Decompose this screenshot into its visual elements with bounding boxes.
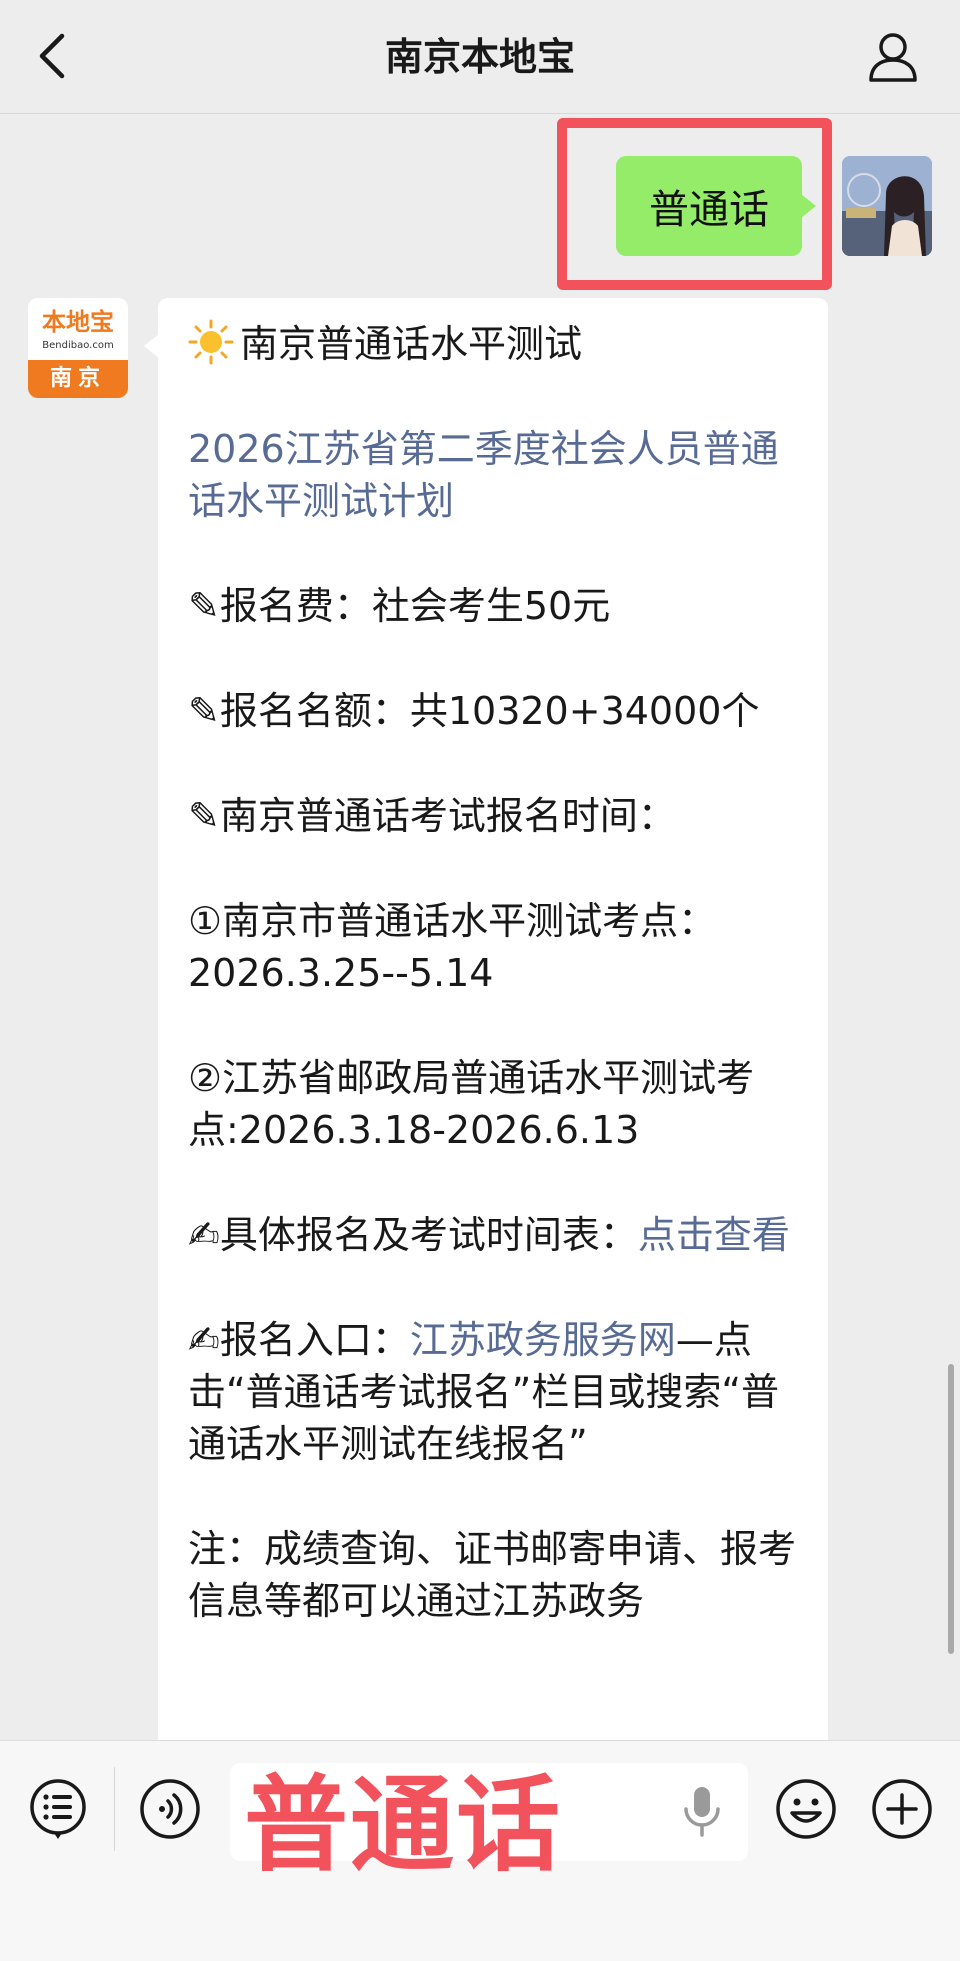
emoji-icon [776,1779,836,1839]
reply-title: 南京普通话水平测试 [240,322,583,366]
menu-list-icon [30,1779,86,1839]
plus-icon [872,1779,932,1839]
divider [114,1767,115,1851]
avatar-photo [842,156,932,256]
site1-line: ①南京市普通话水平测试考点：2026.3.25--5.14 [188,899,717,995]
schedule-prefix: ✍具体报名及考试时间表： [188,1213,638,1257]
user-icon [869,33,917,82]
brand-city: 南京 [28,360,128,398]
voice-icon [140,1779,200,1839]
note-line: 注：成绩查询、证书邮寄申请、报考信息等都可以通过江苏政务 [188,1527,797,1623]
brand-domain: Bendibao.com [42,340,114,351]
time-heading: ✎南京普通话考试报名时间： [188,794,676,838]
wechat-chat-screen: 南京本地宝 普通话 本地宝 Bendibao.com 南京 南京普通话水平测试 … [0,0,960,1961]
scrollbar[interactable] [948,1364,954,1654]
site2-line: ②江苏省邮政局普通话水平测试考点:2026.3.18-2026.6.13 [188,1056,755,1152]
menu-button[interactable] [26,1777,90,1841]
bot-avatar[interactable]: 本地宝 Bendibao.com 南京 [28,298,128,398]
message-input[interactable]: 普通话 [230,1763,748,1881]
message-list[interactable]: 普通话 本地宝 Bendibao.com 南京 南京普通话水平测试 2026江苏… [0,114,960,1740]
mic-icon[interactable] [676,1783,728,1841]
quota-line: ✎报名名额：共10320+34000个 [188,689,760,733]
bot-message-text: 南京普通话水平测试 2026江苏省第二季度社会人员普通话水平测试计划 ✎报名费：… [188,318,808,1680]
fee-line: ✎报名费：社会考生50元 [188,584,611,628]
schedule-link[interactable]: 点击查看 [638,1213,790,1257]
voice-toggle-button[interactable] [138,1777,202,1841]
brand-logo: 本地宝 [42,308,114,336]
entry-link[interactable]: 江苏政务服务网 [410,1318,676,1362]
chat-info-button[interactable] [866,30,920,84]
chat-title: 南京本地宝 [384,35,575,79]
composer-bar: 普通话 [0,1740,960,1961]
plan-link[interactable]: 2026江苏省第二季度社会人员普通话水平测试计划 [188,427,779,523]
input-text: 普通话 [244,1764,563,1886]
entry-prefix: ✍报名入口： [188,1318,410,1362]
more-actions-button[interactable] [870,1777,934,1841]
emoji-button[interactable] [774,1777,838,1841]
bot-message-bubble: 南京普通话水平测试 2026江苏省第二季度社会人员普通话水平测试计划 ✎报名费：… [144,298,828,1740]
my-avatar[interactable] [842,156,932,256]
top-nav-bar: 南京本地宝 [0,0,960,114]
my-message-bubble[interactable]: 普通话 [616,156,816,256]
sun-icon [188,319,234,365]
